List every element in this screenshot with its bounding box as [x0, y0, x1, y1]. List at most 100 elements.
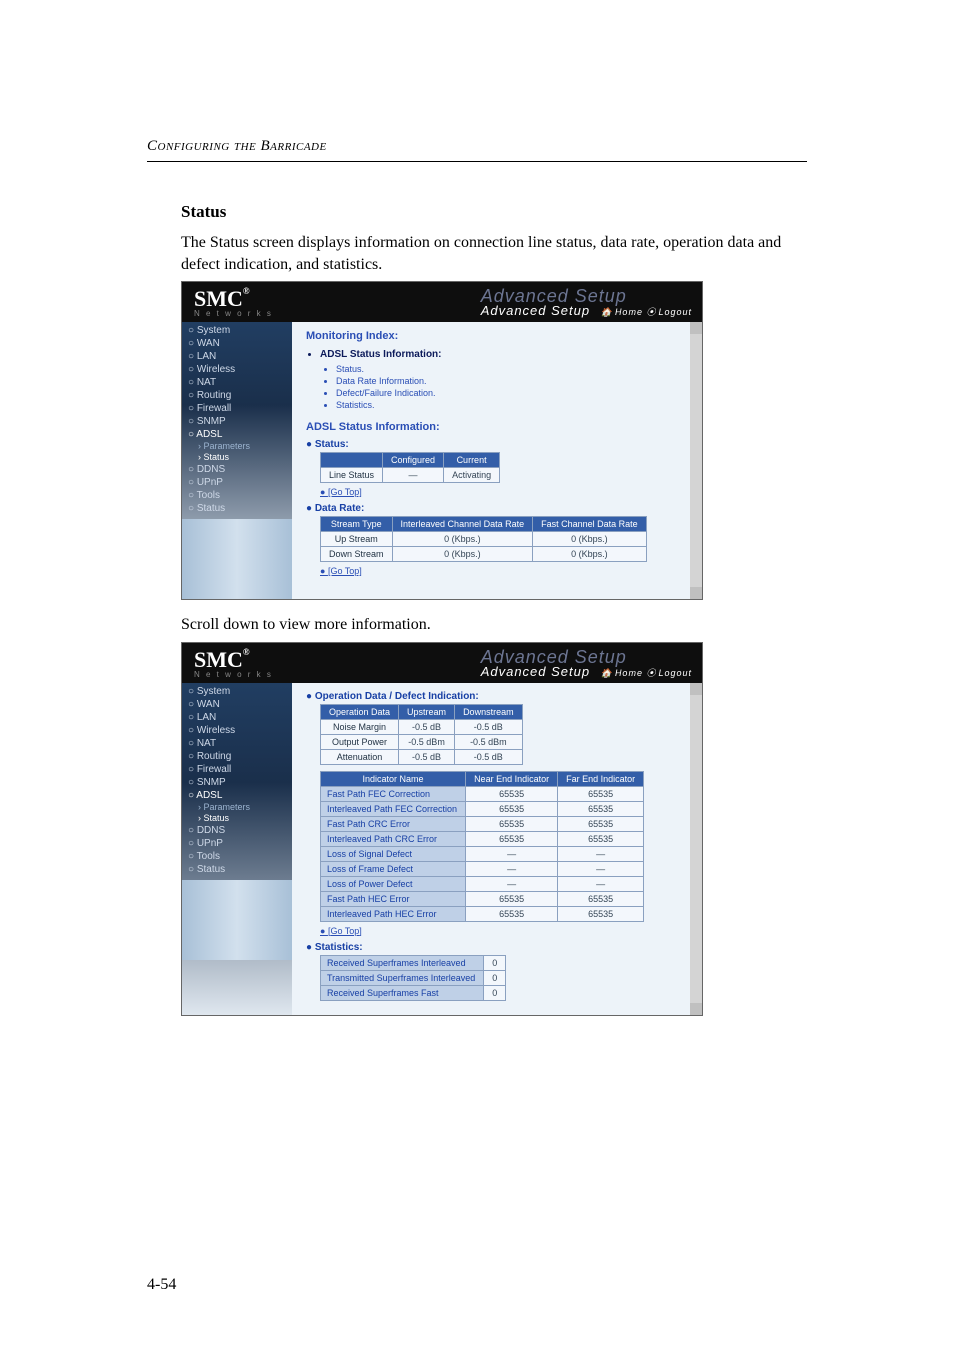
header-rule: [147, 161, 807, 162]
op-data-lead: ● Operation Data / Defect Indication:: [306, 691, 692, 702]
operation-data-table: Operation Data Upstream Downstream Noise…: [320, 704, 523, 765]
running-header: Configuring the Barricade: [147, 138, 807, 155]
sidebar-item-upnp[interactable]: ○ UPnP: [188, 476, 286, 489]
sidebar-2: ○ System ○ WAN ○ LAN ○ Wireless ○ NAT ○ …: [182, 683, 292, 1015]
sidebar2-sub-parameters[interactable]: › Parameters: [188, 802, 286, 813]
ind-row: Fast Path CRC Error: [321, 816, 466, 831]
sidebar-item-lan[interactable]: ○ LAN: [188, 350, 286, 363]
ind-row: Fast Path HEC Error: [321, 891, 466, 906]
ind-row: Interleaved Path CRC Error: [321, 831, 466, 846]
top-links: 🏠Home ⦿Logout: [601, 305, 692, 318]
sidebar2-item-adsl[interactable]: ○ ADSL: [188, 789, 286, 802]
sidebar-sub-parameters[interactable]: › Parameters: [188, 441, 286, 452]
adsl-status-info-heading: ADSL Status Information:: [306, 421, 692, 433]
scroll-down-icon[interactable]: [690, 587, 702, 599]
sidebar-item-snmp[interactable]: ○ SNMP: [188, 415, 286, 428]
page-number: 4-54: [147, 1276, 807, 1294]
adsl-info-item-stats[interactable]: Statistics.: [336, 399, 692, 411]
sidebar-item-nat[interactable]: ○ NAT: [188, 376, 286, 389]
go-top-link-3[interactable]: ● [Go Top]: [320, 926, 692, 936]
screenshot-adsl-status-top: SMC® N e t w o r k s Advanced Setup Adva…: [181, 281, 703, 600]
op-row-noise: Noise Margin: [321, 719, 399, 734]
status-col-configured: Configured: [383, 453, 444, 468]
adsl-info-item-defect[interactable]: Defect/Failure Indication.: [336, 387, 692, 399]
data-rate-table: Stream Type Interleaved Channel Data Rat…: [320, 516, 647, 562]
go-top-link[interactable]: ● [Go Top]: [320, 487, 692, 497]
sidebar2-item-upnp[interactable]: ○ UPnP: [188, 837, 286, 850]
dr-col-type: Stream Type: [321, 517, 393, 532]
dr-upstream-interleaved: 0 (Kbps.): [392, 532, 533, 547]
scroll-up-icon[interactable]: [690, 322, 702, 334]
sidebar-item-firewall[interactable]: ○ Firewall: [188, 402, 286, 415]
sidebar-sub-status[interactable]: › Status: [188, 452, 286, 463]
dr-col-interleaved: Interleaved Channel Data Rate: [392, 517, 533, 532]
dr-upstream-label: Up Stream: [321, 532, 393, 547]
adsl-info-item-status[interactable]: Status.: [336, 363, 692, 375]
logout-link-2[interactable]: Logout: [658, 668, 692, 678]
sidebar-item-adsl[interactable]: ○ ADSL: [188, 428, 286, 441]
sidebar-item-ddns[interactable]: ○ DDNS: [188, 463, 286, 476]
data-rate-lead: ● Data Rate:: [306, 503, 692, 514]
sidebar2-item-firewall[interactable]: ○ Firewall: [188, 763, 286, 776]
sidebar2-decoration: [182, 880, 292, 960]
ind-row: Loss of Power Defect: [321, 876, 466, 891]
op-col-name: Operation Data: [321, 704, 399, 719]
sidebar2-sub-status[interactable]: › Status: [188, 813, 286, 824]
stats-row: Received Superframes Interleaved: [321, 955, 484, 970]
home-link[interactable]: Home: [615, 307, 643, 317]
stats-row: Received Superframes Fast: [321, 985, 484, 1000]
scrollbar[interactable]: [690, 322, 702, 599]
sidebar2-item-wireless[interactable]: ○ Wireless: [188, 724, 286, 737]
adsl-info-item-datarate[interactable]: Data Rate Information.: [336, 375, 692, 387]
header-line2-text: Advanced Setup: [481, 303, 590, 318]
app-topbar: SMC® N e t w o r k s Advanced Setup Adva…: [182, 282, 702, 322]
ind-col-far: Far End Indicator: [558, 771, 644, 786]
indicator-table: Indicator Name Near End Indicator Far En…: [320, 771, 644, 922]
adsl-info-lead: ADSL Status Information:: [320, 348, 692, 361]
screenshot-adsl-status-bottom: SMC® N e t w o r k s Advanced Setup Adva…: [181, 642, 703, 1016]
home-link-2[interactable]: Home: [615, 668, 643, 678]
dr-upstream-fast: 0 (Kbps.): [533, 532, 647, 547]
sidebar2-item-system[interactable]: ○ System: [188, 685, 286, 698]
sidebar-item-system[interactable]: ○ System: [188, 324, 286, 337]
reg-mark: ®: [243, 286, 250, 296]
sidebar2-item-status[interactable]: ○ Status: [188, 863, 286, 876]
ind-row: Interleaved Path HEC Error: [321, 906, 466, 921]
section-title: Status: [181, 202, 807, 222]
sidebar2-item-routing[interactable]: ○ Routing: [188, 750, 286, 763]
sidebar2-item-snmp[interactable]: ○ SNMP: [188, 776, 286, 789]
op-row-atten: Attenuation: [321, 749, 399, 764]
sidebar-item-wireless[interactable]: ○ Wireless: [188, 363, 286, 376]
adsl-info-list: ADSL Status Information: Status. Data Ra…: [306, 348, 692, 411]
stats-row: Transmitted Superframes Interleaved: [321, 970, 484, 985]
dr-downstream-fast: 0 (Kbps.): [533, 547, 647, 562]
brand-logo-2: SMC® N e t w o r k s: [194, 647, 273, 679]
brand-logo: SMC® N e t w o r k s: [194, 286, 273, 318]
scroll-down-icon-2[interactable]: [690, 1003, 702, 1015]
sidebar2-item-tools[interactable]: ○ Tools: [188, 850, 286, 863]
sidebar2-item-wan[interactable]: ○ WAN: [188, 698, 286, 711]
sidebar2-item-nat[interactable]: ○ NAT: [188, 737, 286, 750]
status-row-current: Activating: [444, 468, 500, 483]
monitoring-index-heading: Monitoring Index:: [306, 330, 692, 342]
scrollbar-2[interactable]: [690, 683, 702, 1015]
op-col-down: Downstream: [455, 704, 523, 719]
sidebar2-item-lan[interactable]: ○ LAN: [188, 711, 286, 724]
dr-downstream-label: Down Stream: [321, 547, 393, 562]
sidebar-item-wan[interactable]: ○ WAN: [188, 337, 286, 350]
sidebar-item-routing[interactable]: ○ Routing: [188, 389, 286, 402]
content-pane: Monitoring Index: ADSL Status Informatio…: [292, 322, 702, 599]
sidebar-item-status[interactable]: ○ Status: [188, 502, 286, 515]
content-pane-2: ● Operation Data / Defect Indication: Op…: [292, 683, 702, 1015]
stats-lead: ● Statistics:: [306, 942, 692, 953]
ind-row: Loss of Signal Defect: [321, 846, 466, 861]
logout-link[interactable]: Logout: [658, 307, 692, 317]
sidebar-item-tools[interactable]: ○ Tools: [188, 489, 286, 502]
scroll-up-icon-2[interactable]: [690, 683, 702, 695]
go-top-link-2[interactable]: ● [Go Top]: [320, 566, 692, 576]
sidebar: ○ System ○ WAN ○ LAN ○ Wireless ○ NAT ○ …: [182, 322, 292, 599]
brand-text: SMC: [194, 286, 243, 311]
status-col-current: Current: [444, 453, 500, 468]
sidebar2-item-ddns[interactable]: ○ DDNS: [188, 824, 286, 837]
ind-row: Loss of Frame Defect: [321, 861, 466, 876]
